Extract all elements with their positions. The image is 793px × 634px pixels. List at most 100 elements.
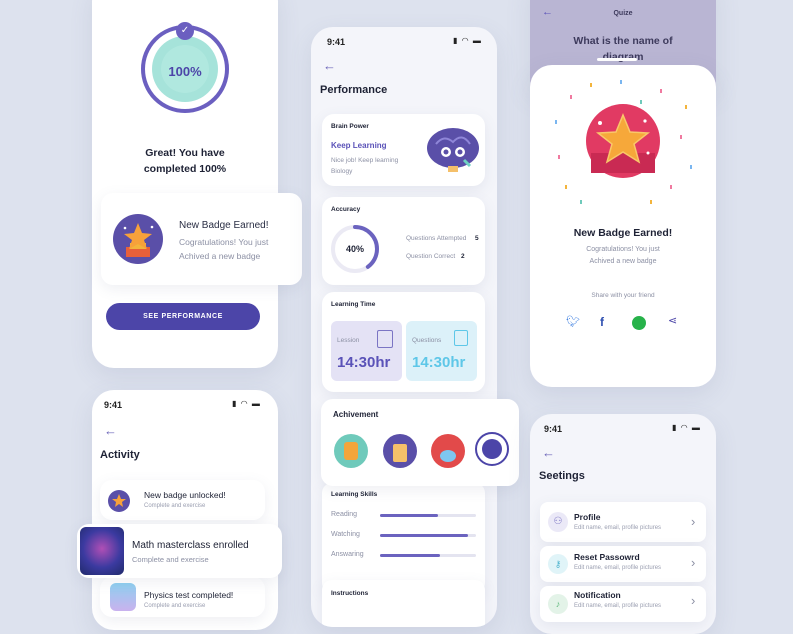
settings-item-sub: Edit name, email, profile pictures — [574, 565, 662, 571]
accuracy-heading: Accuracy — [331, 206, 361, 213]
badge-modal-text-1: Cogratulations! You just — [586, 246, 660, 253]
learning-skills-card: Learning Skills Reading Watching Answari… — [322, 483, 485, 593]
learning-time-card: Learning Time Lession 14:30hr Questions … — [322, 292, 485, 392]
profile-icon: ⚇ — [548, 512, 568, 532]
badge-earned-card: New Badge Earned! Cogratulations! You ju… — [101, 193, 302, 285]
skill-label: Answaring — [331, 551, 364, 558]
skill-bar — [380, 554, 440, 557]
achievement-badge-3-icon — [431, 434, 465, 468]
list-item[interactable]: Physics test completed! Complete and exe… — [100, 577, 265, 617]
achievement-badge-4-icon — [475, 432, 509, 466]
back-arrow-icon[interactable]: ← — [323, 58, 336, 73]
instructions-heading: Instructions — [331, 590, 369, 597]
settings-item-title: Reset Passowrd — [574, 552, 640, 562]
chevron-right-icon: › — [691, 514, 696, 529]
list-item-title: Physics test completed! — [144, 590, 234, 600]
status-time: 9:41 — [104, 400, 123, 410]
achievement-heading: Achivement — [333, 410, 379, 419]
attempted-value: 5 — [475, 235, 479, 242]
key-icon: ⚷ — [548, 554, 568, 574]
skills-heading: Learning Skills — [331, 491, 378, 498]
settings-item-profile[interactable]: ⚇ Profile Edit name, email, profile pict… — [540, 502, 706, 542]
correct-label: Question Correct — [406, 253, 456, 260]
brain-title: Keep Learning — [331, 141, 387, 150]
brain-icon — [427, 128, 479, 172]
progress-label: 100% — [168, 64, 202, 79]
skill-label: Watching — [331, 531, 360, 538]
status-time: 9:41 — [544, 424, 563, 434]
questions-label: Questions — [412, 337, 442, 344]
modal-handle — [597, 58, 637, 61]
badge-modal: New Badge Earned! Cogratulations! You ju… — [530, 65, 716, 387]
check-icon: ✓ — [176, 22, 194, 40]
learning-time-heading: Learning Time — [331, 301, 376, 308]
back-arrow-icon[interactable]: ← — [104, 423, 117, 438]
lesson-book-icon — [377, 330, 393, 348]
badge-card-title: New Badge Earned! — [179, 220, 269, 231]
brain-power-card: Brain Power Keep Learning Nice job! Keep… — [322, 114, 485, 186]
quiz-header: Quize — [613, 10, 633, 17]
skill-label: Reading — [331, 511, 358, 518]
attempted-label: Questions Attempted — [406, 235, 467, 242]
list-item-sub: Complete and exercise — [144, 503, 206, 509]
star-badge-icon — [113, 214, 163, 264]
instructions-card: Instructions — [322, 580, 485, 627]
list-item-sub: Complete and exercise — [144, 603, 206, 609]
badge-icon — [108, 490, 130, 512]
accuracy-percent: 40% — [345, 244, 364, 254]
list-item-title: New badge unlocked! — [144, 490, 226, 500]
achievement-badge-2-icon — [383, 434, 417, 468]
badge-card-text: Cogratulations! You just Achived a new b… — [179, 237, 269, 261]
star-badge-icon — [586, 104, 660, 178]
page-title: Seetings — [539, 470, 585, 482]
math-masterclass-card[interactable]: Math masterclass enrolled Complete and e… — [77, 524, 282, 578]
chevron-right-icon: › — [691, 555, 696, 570]
lesson-tile: Lession 14:30hr — [331, 321, 402, 381]
badge-modal-title: New Badge Earned! — [573, 227, 673, 239]
math-thumbnail — [80, 527, 124, 575]
brain-heading: Brain Power — [331, 123, 369, 130]
achievement-card: Achivement — [321, 399, 519, 486]
whatsapp-icon[interactable] — [632, 316, 646, 330]
performance-screen: 9:41 ▮ ◠ ▬ ← Performance Brain Power Kee… — [311, 27, 497, 627]
math-title: Math masterclass enrolled — [132, 540, 249, 551]
bell-icon: ♪ — [548, 594, 568, 614]
settings-screen: 9:41 ▮ ◠ ▬ ← Seetings ⚇ Profile Edit nam… — [530, 414, 716, 634]
settings-item-title: Notification — [574, 590, 621, 600]
completion-message: Great! You have completed 100% — [143, 147, 227, 175]
completion-screen: ✓ 100% Great! You have completed 100% SE… — [92, 0, 278, 368]
settings-item-sub: Edit name, email, profile pictures — [574, 525, 662, 531]
questions-icon — [454, 330, 468, 346]
questions-tile: Questions 14:30hr — [406, 321, 477, 381]
status-time: 9:41 — [327, 37, 346, 47]
back-arrow-icon[interactable]: ← — [542, 445, 555, 460]
questions-value: 14:30hr — [412, 354, 466, 371]
activity-screen: 9:41 ▮ ◠ ▬ ← Activity New badge unlocked… — [92, 390, 278, 630]
skill-bar — [380, 534, 469, 537]
skill-bar — [380, 514, 438, 517]
page-title: Activity — [100, 449, 140, 461]
settings-item-reset-password[interactable]: ⚷ Reset Passowrd Edit name, email, profi… — [540, 546, 706, 582]
status-icons: ▮ ◠ ▬ — [232, 399, 261, 408]
correct-value: 2 — [461, 253, 465, 260]
page-title: Performance — [320, 84, 388, 96]
share-icon[interactable]: ⋖ — [668, 314, 677, 327]
facebook-icon[interactable]: f — [600, 315, 604, 329]
share-label: Share with your friend — [591, 292, 655, 299]
badge-modal-text-2: Achived a new badge — [589, 258, 657, 265]
settings-item-title: Profile — [574, 512, 601, 522]
status-icons: ▮ ◠ ▬ — [453, 36, 482, 45]
twitter-icon[interactable]: 🐦︎ — [566, 315, 580, 328]
accuracy-card: Accuracy 40% Questions Attempted 5 Quest… — [322, 197, 485, 285]
settings-item-notification[interactable]: ♪ Notification Edit name, email, profile… — [540, 586, 706, 622]
math-sub: Complete and exercise — [132, 555, 209, 564]
chevron-right-icon: › — [691, 593, 696, 608]
see-performance-button[interactable]: SEE PERFORMANCE — [106, 303, 260, 330]
lesson-value: 14:30hr — [337, 354, 391, 371]
brain-text: Nice job! Keep learning Biology — [331, 157, 399, 175]
status-icons: ▮ ◠ ▬ — [672, 423, 701, 432]
physics-icon — [110, 583, 136, 611]
achievement-badge-1-icon — [334, 434, 368, 468]
settings-item-sub: Edit name, email, profile pictures — [574, 603, 662, 609]
list-item[interactable]: New badge unlocked! Complete and exercis… — [100, 480, 265, 520]
